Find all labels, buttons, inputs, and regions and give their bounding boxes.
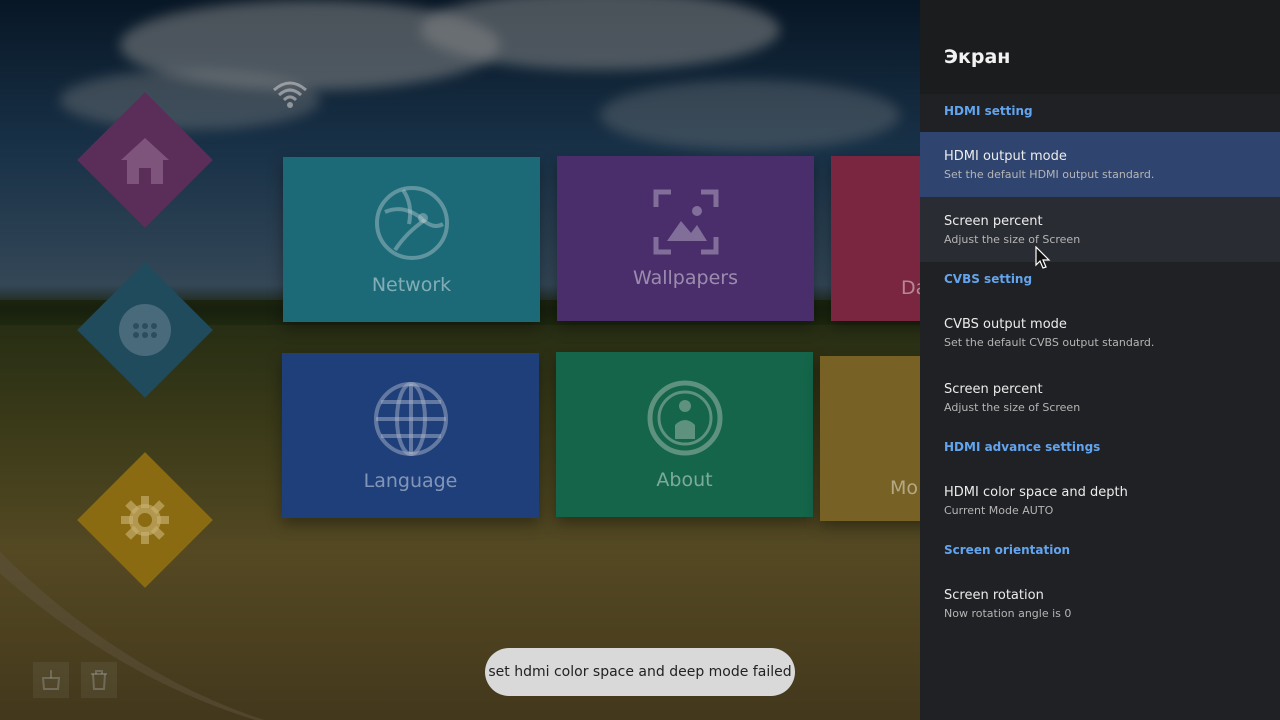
home-icon [121, 138, 169, 184]
row-title: Screen rotation [944, 588, 1044, 603]
section-screen-orientation: Screen orientation [944, 543, 1071, 557]
row-title: Screen percent [944, 382, 1043, 397]
hdmi-output-mode-item[interactable]: HDMI output mode Set the default HDMI ou… [920, 132, 1280, 197]
broom-icon [41, 670, 61, 690]
row-title: Screen percent [944, 214, 1043, 229]
network-globe-icon [374, 185, 449, 260]
row-subtitle: Now rotation angle is 0 [944, 607, 1072, 620]
tile-wallpapers[interactable]: Wallpapers [557, 156, 814, 321]
tile-label: Mo [890, 477, 919, 499]
tile-language[interactable]: Language [282, 353, 539, 518]
panel-title: Экран [944, 46, 1011, 68]
row-subtitle: Adjust the size of Screen [944, 401, 1081, 414]
cvbs-screen-percent-item[interactable]: Screen percent Adjust the size of Screen [920, 365, 1280, 430]
row-subtitle: Set the default HDMI output standard. [944, 168, 1155, 181]
apps-icon [119, 304, 171, 356]
tile-network[interactable]: Network [283, 157, 540, 322]
clean-button[interactable] [33, 662, 69, 698]
cvbs-output-mode-item[interactable]: CVBS output mode Set the default CVBS ou… [920, 300, 1280, 365]
trash-icon [91, 670, 107, 690]
row-title: CVBS output mode [944, 317, 1067, 332]
row-subtitle: Set the default CVBS output standard. [944, 336, 1155, 349]
settings-gear-icon [121, 496, 169, 544]
about-person-icon [647, 380, 722, 455]
tile-label: Da [901, 277, 928, 299]
row-title: HDMI color space and depth [944, 485, 1128, 500]
language-globe-icon [373, 381, 448, 456]
toast-message: set hdmi color space and deep mode faile… [485, 648, 795, 696]
screen-rotation-item[interactable]: Screen rotation Now rotation angle is 0 [920, 571, 1280, 636]
display-settings-panel: Экран HDMI setting HDMI output mode Set … [920, 0, 1280, 720]
hdmi-color-space-item[interactable]: HDMI color space and depth Current Mode … [920, 468, 1280, 533]
row-subtitle: Adjust the size of Screen [944, 233, 1081, 246]
section-hdmi-advance: HDMI advance settings [944, 440, 1101, 454]
hdmi-screen-percent-item[interactable]: Screen percent Adjust the size of Screen [920, 197, 1280, 262]
wallpaper-image-icon [653, 189, 718, 254]
tile-label: Wallpapers [633, 266, 738, 289]
tile-label: Language [363, 469, 458, 492]
mouse-pointer-icon [1035, 246, 1051, 269]
tile-about[interactable]: About [556, 352, 813, 517]
tile-label: About [656, 468, 713, 491]
row-subtitle: Current Mode AUTO [944, 504, 1054, 517]
tile-label: Network [371, 273, 452, 296]
panel-header: Экран [920, 0, 1280, 94]
section-cvbs-setting: CVBS setting [944, 272, 1033, 286]
delete-button[interactable] [81, 662, 117, 698]
wifi-icon [273, 81, 307, 108]
section-hdmi-setting: HDMI setting [944, 104, 1033, 118]
row-title: HDMI output mode [944, 149, 1067, 164]
